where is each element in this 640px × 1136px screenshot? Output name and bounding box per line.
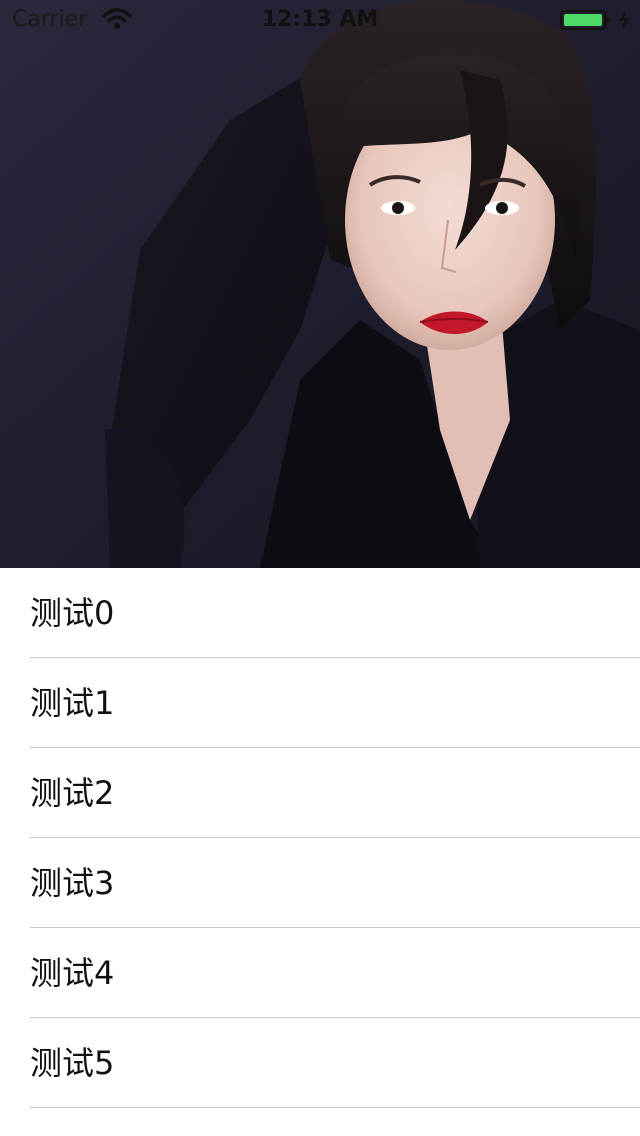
list-item-label: 测试0 [30, 594, 115, 632]
header-photo [0, 0, 640, 568]
list-item[interactable]: 测试0 [0, 568, 640, 658]
battery-icon [560, 10, 609, 30]
list-item-label: 测试1 [30, 684, 115, 722]
list-item[interactable]: 测试5 [0, 1018, 640, 1108]
list-item-label: 测试4 [30, 954, 115, 992]
list-item[interactable]: 测试4 [0, 928, 640, 1018]
list-item-label: 测试5 [30, 1044, 115, 1082]
app-screen: Carrier 12:13 AM 测试0 测试1 测试2 测试3 测试4 测试5 [0, 0, 640, 1136]
list-item-label: 测试3 [30, 864, 115, 902]
list-item-label: 测试2 [30, 774, 115, 812]
status-bar: Carrier 12:13 AM [0, 0, 640, 40]
status-time: 12:13 AM [261, 7, 379, 32]
list-item[interactable]: 测试3 [0, 838, 640, 928]
row-separator [30, 1107, 640, 1108]
charging-bolt-icon [619, 10, 629, 30]
list-item[interactable]: 测试2 [0, 748, 640, 838]
list-item[interactable]: 测试1 [0, 658, 640, 748]
portrait-photo-illustration [0, 0, 640, 568]
table-list: 测试0 测试1 测试2 测试3 测试4 测试5 [0, 568, 640, 1136]
